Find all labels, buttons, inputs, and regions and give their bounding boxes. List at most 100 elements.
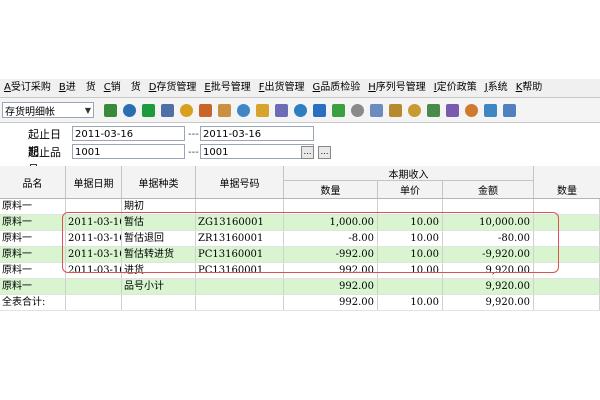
menu-item-i[interactable]: I定价政策 <box>430 79 481 97</box>
menu-item-label: 进 货 <box>65 82 96 93</box>
cell-amount: -9,920.00 <box>443 247 534 262</box>
cell-date <box>66 295 122 310</box>
inventory-ledger-table: 品名 单据日期 单据种类 单据号码 本期收入 数量 单价 金额 数量 原料一 期初… <box>0 166 600 321</box>
col-header-type[interactable]: 单据种类 <box>122 166 196 198</box>
sku-from-input[interactable]: 1001 <box>72 144 185 159</box>
table-row[interactable]: 原料一 2011-03-16 暂估转进货 PC13160001 -992.00 10.00… <box>0 247 600 263</box>
cell-type <box>122 295 196 310</box>
sku-to-input[interactable]: 1001 <box>200 144 314 159</box>
col-header-qty[interactable]: 数量 <box>284 181 378 198</box>
house-icon[interactable] <box>196 101 214 119</box>
cell-number <box>196 279 284 294</box>
table-row[interactable]: 原料一 2011-03-16 暂估退回 ZR13160001 -8.00 10.00 -80… <box>0 231 600 247</box>
cart-icon[interactable] <box>348 101 366 119</box>
menu-item-label: 出货管理 <box>264 82 305 93</box>
menu-item-h[interactable]: H序列号管理 <box>364 79 430 97</box>
menu-shortcut-key: H <box>368 82 376 93</box>
print-icon[interactable] <box>158 101 176 119</box>
database-icon[interactable] <box>405 101 423 119</box>
menu-item-g[interactable]: G品质检验 <box>309 79 365 97</box>
image-icon[interactable] <box>481 101 499 119</box>
menu-item-a[interactable]: A受订采购 <box>0 79 55 97</box>
date-range-row: 起止日期 2011-03-16 --- 2011-03-16 <box>0 126 600 158</box>
menu-item-b[interactable]: B进 货 <box>55 79 100 97</box>
menu-shortcut-key: B <box>58 82 66 93</box>
cell-date: 2011-03-16 <box>68 231 122 246</box>
date-to-input[interactable]: 2011-03-16 <box>200 126 314 141</box>
bars-icon[interactable] <box>424 101 442 119</box>
col-header-amount[interactable]: 金额 <box>443 181 534 198</box>
report-type-select[interactable]: 存货明细帐 ▼ <box>2 102 94 118</box>
key-icon[interactable] <box>291 101 309 119</box>
cell-name: 原料一 <box>0 231 66 246</box>
cell-amount <box>443 199 534 214</box>
cell-price <box>378 279 443 294</box>
cell-number: ZR13160001 <box>196 231 284 246</box>
menu-item-label: 系统 <box>487 82 508 93</box>
bag-icon[interactable] <box>215 101 233 119</box>
cell-type: 期初 <box>122 199 196 214</box>
refresh-icon[interactable] <box>139 101 157 119</box>
menu-item-j[interactable]: J系统 <box>481 79 512 97</box>
menu-item-k[interactable]: K帮助 <box>512 79 547 97</box>
filter-panel: 起止日期 2011-03-16 --- 2011-03-16 起止品号 1001… <box>0 124 600 176</box>
table-row[interactable]: 原料一 2011-03-16 进货 PC13160001 992.00 10.00 9,92… <box>0 263 600 279</box>
cell-price <box>378 199 443 214</box>
menu-item-e[interactable]: E批号管理 <box>200 79 254 97</box>
cell-price: 10.00 <box>378 215 443 230</box>
col-header-next-qty[interactable]: 数量 <box>534 181 600 198</box>
cell-type: 品号小计 <box>122 279 196 294</box>
cell-number: PC13160001 <box>196 263 284 278</box>
cell-number <box>196 199 284 214</box>
menu-item-label: 批号管理 <box>210 82 251 93</box>
menu-item-label: 定价政策 <box>436 82 477 93</box>
date-from-input[interactable]: 2011-03-16 <box>72 126 185 141</box>
cell-date: 2011-03-16 <box>68 263 122 278</box>
cell-name: 原料一 <box>0 199 66 214</box>
col-header-date[interactable]: 单据日期 <box>66 166 122 198</box>
cell-price: 10.00 <box>378 263 443 278</box>
cell-date: 2011-03-16 <box>66 215 122 230</box>
cell-next <box>534 295 600 310</box>
email-icon[interactable] <box>253 101 271 119</box>
cell-name: 原料一 <box>0 247 66 262</box>
table-row[interactable]: 原料一 期初 <box>0 199 600 215</box>
user-icon[interactable] <box>500 101 518 119</box>
table-row[interactable]: 原料一 2011-03-16 暂估 ZG13160001 1,000.00 10.00 10… <box>0 215 600 231</box>
sku-lookup-button[interactable]: … <box>301 146 314 159</box>
col-header-number[interactable]: 单据号码 <box>196 166 284 198</box>
pen-icon[interactable] <box>443 101 461 119</box>
menu-item-c[interactable]: C销 货 <box>100 79 145 97</box>
filter-icon[interactable] <box>101 101 119 119</box>
dollar-icon[interactable] <box>329 101 347 119</box>
help-icon[interactable] <box>310 101 328 119</box>
box-icon[interactable] <box>386 101 404 119</box>
cell-date <box>66 279 122 294</box>
cell-type: 进货 <box>122 263 196 278</box>
people-icon[interactable] <box>462 101 480 119</box>
document-icon[interactable] <box>272 101 290 119</box>
cell-date: 2011-03-16 <box>66 247 122 262</box>
sku-more-button[interactable]: … <box>318 146 331 159</box>
menu-item-f[interactable]: F出货管理 <box>255 79 309 97</box>
cell-amount: 9,920.00 <box>443 263 534 278</box>
cell-type: 暂估 <box>122 215 196 230</box>
menu-shortcut-key: C <box>103 82 111 93</box>
cell-name: 全表合计: <box>0 295 66 310</box>
table-total-row[interactable]: 全表合计: 992.00 10.00 9,920.00 <box>0 295 600 311</box>
menu-bar: A受订采购 B进 货 C销 货 D存货管理 E批号管理 F出货管理 G品质检验 H序列号管理 I… <box>0 79 600 98</box>
cell-name: 原料一 <box>0 279 66 294</box>
cell-amount: 9,920.00 <box>443 295 534 310</box>
list-icon[interactable] <box>367 101 385 119</box>
col-header-name[interactable]: 品名 <box>0 166 66 198</box>
table-row[interactable]: 原料一 品号小计 992.00 9,920.00 <box>0 279 600 295</box>
cell-type: 暂估转进货 <box>122 247 196 262</box>
menu-item-d[interactable]: D存货管理 <box>145 79 201 97</box>
cell-price: 10.00 <box>378 295 443 310</box>
window-icon[interactable] <box>120 101 138 119</box>
image-icon[interactable] <box>234 101 252 119</box>
cell-amount: 10,000.00 <box>443 215 534 230</box>
dropdown-arrow-icon[interactable]: ▼ <box>85 106 91 115</box>
col-header-price[interactable]: 单价 <box>378 181 443 198</box>
open-folder-icon[interactable] <box>177 101 195 119</box>
